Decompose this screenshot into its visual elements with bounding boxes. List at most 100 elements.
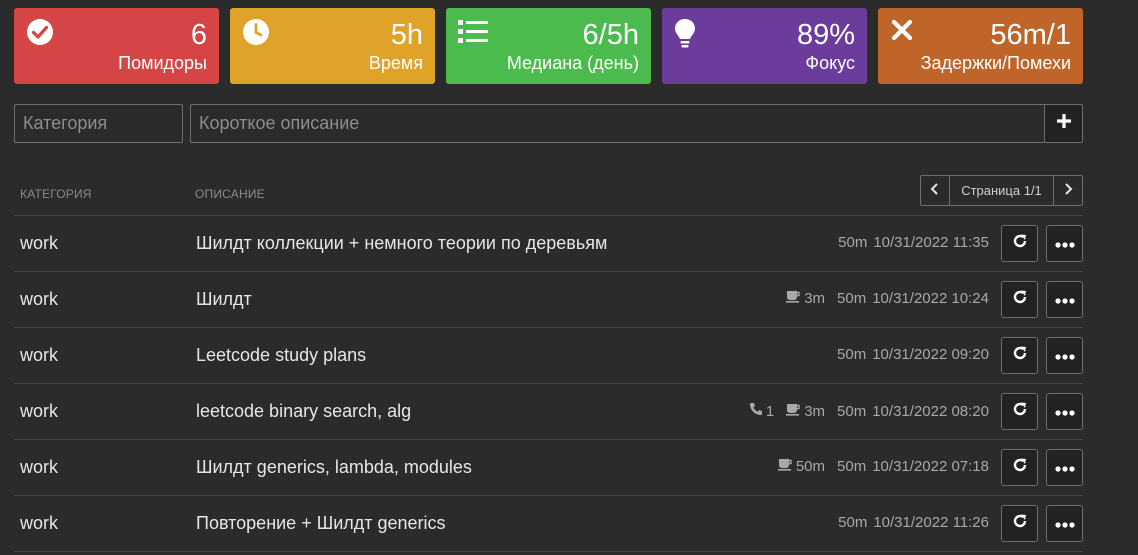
restart-button[interactable] — [1001, 449, 1038, 486]
stat-value: 5h — [390, 19, 423, 51]
pomodoro-list: work Шилдт коллекции + немного теории по… — [14, 216, 1083, 552]
more-button[interactable] — [1046, 449, 1083, 486]
row-category: work — [20, 345, 59, 365]
coffee-break-tag: 50m — [777, 458, 826, 475]
stat-card-pomodoros: 6 Помидоры — [14, 8, 219, 84]
chevron-left-icon — [930, 182, 940, 200]
lightbulb-icon — [674, 18, 704, 48]
table-row: work Шилдт 3m 50m 10/31/2022 10:24 — [14, 272, 1083, 328]
row-duration: 50m — [837, 346, 867, 363]
row-meta: 50m 50m 10/31/2022 07:18 — [777, 458, 989, 475]
plus-icon — [1055, 112, 1073, 135]
redo-icon — [1012, 513, 1028, 534]
description-input[interactable] — [190, 104, 1046, 143]
row-description: Шилдт — [196, 289, 252, 309]
restart-button[interactable] — [1001, 225, 1038, 262]
ellipsis-icon — [1054, 403, 1075, 421]
more-button[interactable] — [1046, 337, 1083, 374]
row-category: work — [20, 289, 59, 309]
stat-card-interruptions: 56m/1 Задержки/Помехи — [878, 8, 1083, 84]
row-datetime: 10/31/2022 09:20 — [872, 346, 989, 363]
restart-button[interactable] — [1001, 393, 1038, 430]
row-duration: 50m — [837, 402, 867, 420]
row-category: work — [20, 513, 59, 533]
row-datetime: 10/31/2022 11:35 — [873, 234, 989, 251]
stat-label: Медиана (день) — [506, 53, 639, 73]
stat-card-time: 5h Время — [230, 8, 435, 84]
ellipsis-icon — [1054, 291, 1075, 309]
ellipsis-icon — [1054, 347, 1075, 365]
more-button[interactable] — [1046, 505, 1083, 542]
prev-page-button[interactable] — [921, 176, 950, 205]
redo-icon — [1012, 345, 1028, 366]
redo-icon — [1012, 233, 1028, 254]
stat-label: Фокус — [805, 53, 855, 73]
coffee-icon — [786, 403, 804, 420]
row-meta: 50m 10/31/2022 09:20 — [837, 346, 989, 363]
coffee-break-tag: 3m — [786, 290, 825, 307]
page-indicator: Страница 1/1 — [961, 183, 1042, 198]
list-icon — [458, 18, 488, 48]
column-header-description: Описание — [195, 187, 265, 201]
row-duration: 50m — [838, 514, 868, 531]
table-header: Категория Описание Страница 1/1 — [14, 175, 1083, 216]
ellipsis-icon — [1054, 459, 1075, 477]
pagination: Страница 1/1 — [920, 175, 1083, 206]
row-meta: 1 3m 50m 10/31/2022 08:20 — [749, 402, 989, 420]
stat-value: 89% — [796, 19, 855, 51]
more-button[interactable] — [1046, 393, 1083, 430]
new-entry-form — [14, 104, 1083, 143]
coffee-duration: 3m — [804, 290, 826, 307]
row-datetime: 10/31/2022 08:20 — [872, 402, 989, 420]
stat-value: 56m/1 — [990, 19, 1071, 51]
coffee-break-tag: 3m — [786, 403, 825, 420]
stat-label: Помидоры — [118, 53, 207, 73]
row-description: Шилдт коллекции + немного теории по дере… — [196, 233, 608, 253]
table-row: work leetcode binary search, alg 1 3m 50… — [14, 384, 1083, 440]
row-category: work — [20, 401, 59, 421]
add-button[interactable] — [1044, 104, 1083, 143]
table-row: work Шилдт generics, lambda, modules 50m… — [14, 440, 1083, 496]
row-datetime: 10/31/2022 07:18 — [872, 458, 989, 475]
category-input[interactable] — [14, 104, 183, 143]
row-datetime: 10/31/2022 11:26 — [873, 514, 989, 531]
table-row: work Leetcode study plans 50m 10/31/2022… — [14, 328, 1083, 384]
row-duration: 50m — [837, 458, 867, 475]
redo-icon — [1012, 457, 1028, 478]
row-description: leetcode binary search, alg — [196, 401, 412, 421]
row-meta: 3m 50m 10/31/2022 10:24 — [786, 290, 989, 307]
row-meta: 50m 10/31/2022 11:35 — [838, 234, 989, 251]
chevron-right-icon — [1063, 182, 1073, 200]
row-duration: 50m — [837, 290, 867, 307]
row-category: work — [20, 233, 59, 253]
column-header-category: Категория — [20, 187, 92, 201]
more-button[interactable] — [1046, 225, 1083, 262]
row-description: Повторение + Шилдт generics — [196, 513, 446, 533]
row-meta: 50m 10/31/2022 11:26 — [838, 514, 989, 531]
next-page-button[interactable] — [1053, 176, 1082, 205]
restart-button[interactable] — [1001, 505, 1038, 542]
coffee-icon — [786, 290, 804, 307]
row-description: Leetcode study plans — [196, 345, 367, 365]
redo-icon — [1012, 401, 1028, 422]
row-duration: 50m — [838, 234, 868, 251]
more-button[interactable] — [1046, 281, 1083, 318]
coffee-duration: 50m — [795, 458, 826, 475]
stat-value: 6/5h — [582, 19, 639, 51]
table-row: work Повторение + Шилдт generics 50m 10/… — [14, 496, 1083, 552]
coffee-duration: 3m — [804, 402, 826, 420]
row-description: Шилдт generics, lambda, modules — [196, 457, 472, 477]
stat-card-focus: 89% Фокус — [662, 8, 867, 84]
redo-icon — [1012, 289, 1028, 310]
row-category: work — [20, 457, 59, 477]
restart-button[interactable] — [1001, 337, 1038, 374]
coffee-icon — [777, 458, 796, 475]
interruption-tag: 1 — [749, 402, 774, 420]
restart-button[interactable] — [1001, 281, 1038, 318]
phone-icon — [749, 402, 766, 420]
stat-label: Время — [368, 53, 423, 73]
clock-icon — [242, 18, 272, 48]
close-icon — [890, 18, 920, 48]
check-circle-icon — [26, 18, 56, 48]
ellipsis-icon — [1054, 235, 1075, 253]
